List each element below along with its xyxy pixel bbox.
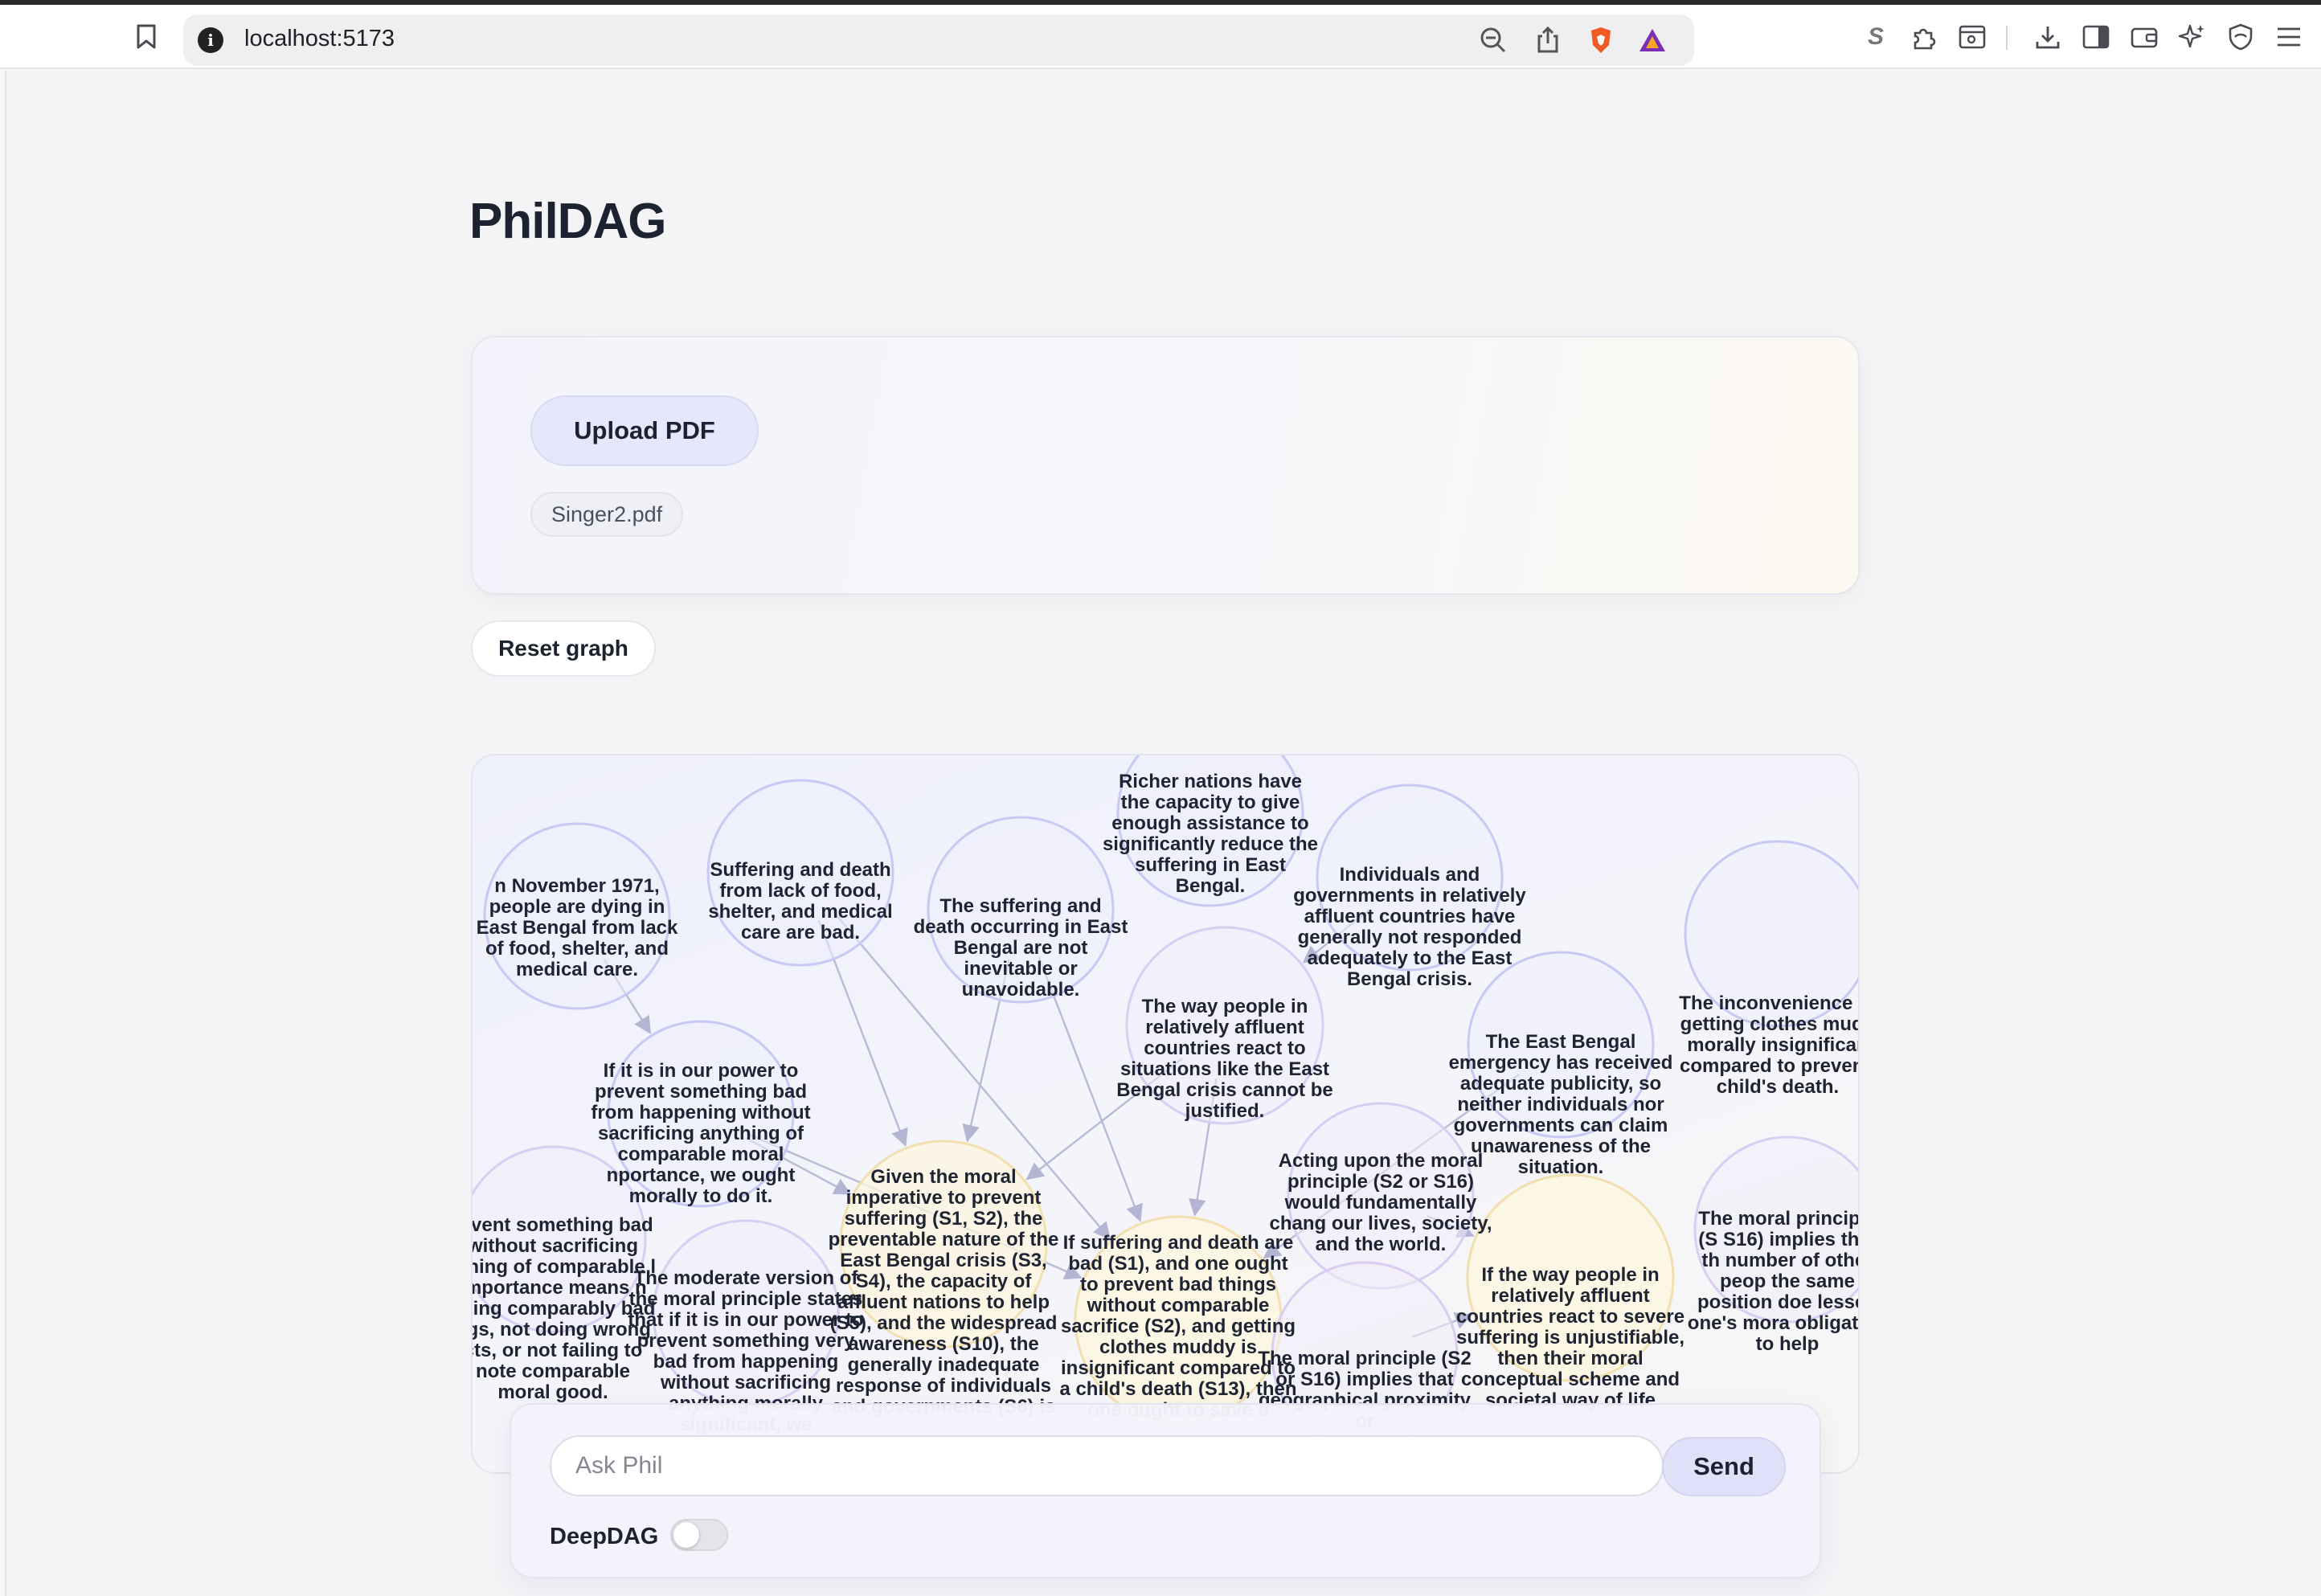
vpn-shield-icon[interactable] xyxy=(2223,19,2258,55)
deepdag-toggle[interactable] xyxy=(670,1519,728,1551)
tab-search-icon[interactable] xyxy=(1955,19,1990,55)
ask-phil-input[interactable] xyxy=(550,1435,1664,1496)
uploaded-file-chip: Singer2.pdf xyxy=(530,492,684,537)
address-bar[interactable]: i localhost:5173 xyxy=(183,14,1694,66)
sidebar-icon[interactable] xyxy=(2078,19,2114,55)
browser-toolbar: i localhost:5173 S xyxy=(0,5,2321,69)
leo-ai-icon[interactable] xyxy=(2175,19,2210,55)
page-title: PhilDAG xyxy=(469,194,666,249)
graph-node-label-n1[interactable]: n November 1971, people are dying in Eas… xyxy=(473,876,682,980)
graph-node-label-n17[interactable]: The moral principle (S S16) implies that… xyxy=(1687,1209,1858,1355)
graph-node-label-n8[interactable]: The way people in relatively affluent co… xyxy=(1108,996,1341,1122)
downloads-icon[interactable] xyxy=(2030,19,2065,55)
zoom-out-icon[interactable] xyxy=(1477,24,1509,56)
extensions-icon[interactable] xyxy=(1906,19,1942,55)
graph-node-label-n6[interactable]: The inconvenience of getting clothes mud… xyxy=(1677,993,1858,1098)
graph-node-label-n16[interactable]: If the way people in relatively affluent… xyxy=(1454,1265,1687,1411)
toggle-knob xyxy=(673,1522,699,1548)
deepdag-label: DeepDAG xyxy=(550,1524,659,1549)
rewards-icon[interactable] xyxy=(1636,24,1668,56)
upload-card: Upload PDF Singer2.pdf xyxy=(471,336,1860,595)
argument-graph[interactable]: n November 1971, people are dying in Eas… xyxy=(471,754,1860,1474)
graph-node-label-n3[interactable]: The suffering and death occurring in Eas… xyxy=(912,896,1129,1001)
menu-icon[interactable] xyxy=(2271,19,2307,55)
reset-graph-button[interactable]: Reset graph xyxy=(471,620,656,677)
bookmark-icon[interactable] xyxy=(129,19,164,55)
site-info-icon[interactable]: i xyxy=(198,27,223,53)
upload-pdf-button[interactable]: Upload PDF xyxy=(530,395,759,466)
graph-node-label-n5[interactable]: Individuals and governments in relativel… xyxy=(1293,865,1526,990)
send-button[interactable]: Send xyxy=(1662,1437,1786,1496)
wallet-icon[interactable] xyxy=(2127,19,2162,55)
graph-node-label-n2[interactable]: Suffering and death from lack of food, s… xyxy=(692,860,909,943)
chat-panel: Send DeepDAG xyxy=(510,1403,1821,1578)
graph-node-label-n4[interactable]: Richer nations have the capacity to give… xyxy=(1102,771,1319,897)
leo-s-icon[interactable]: S xyxy=(1858,19,1893,55)
graph-node-label-n11[interactable]: Acting upon the moral principle (S2 or S… xyxy=(1268,1151,1493,1255)
url-text[interactable]: localhost:5173 xyxy=(244,26,395,52)
brave-shields-icon[interactable] xyxy=(1585,24,1617,56)
graph-node-label-n7[interactable]: If it is in our power to prevent somethi… xyxy=(572,1061,829,1207)
toolbar-divider xyxy=(2006,26,2008,50)
share-icon[interactable] xyxy=(1532,24,1564,56)
